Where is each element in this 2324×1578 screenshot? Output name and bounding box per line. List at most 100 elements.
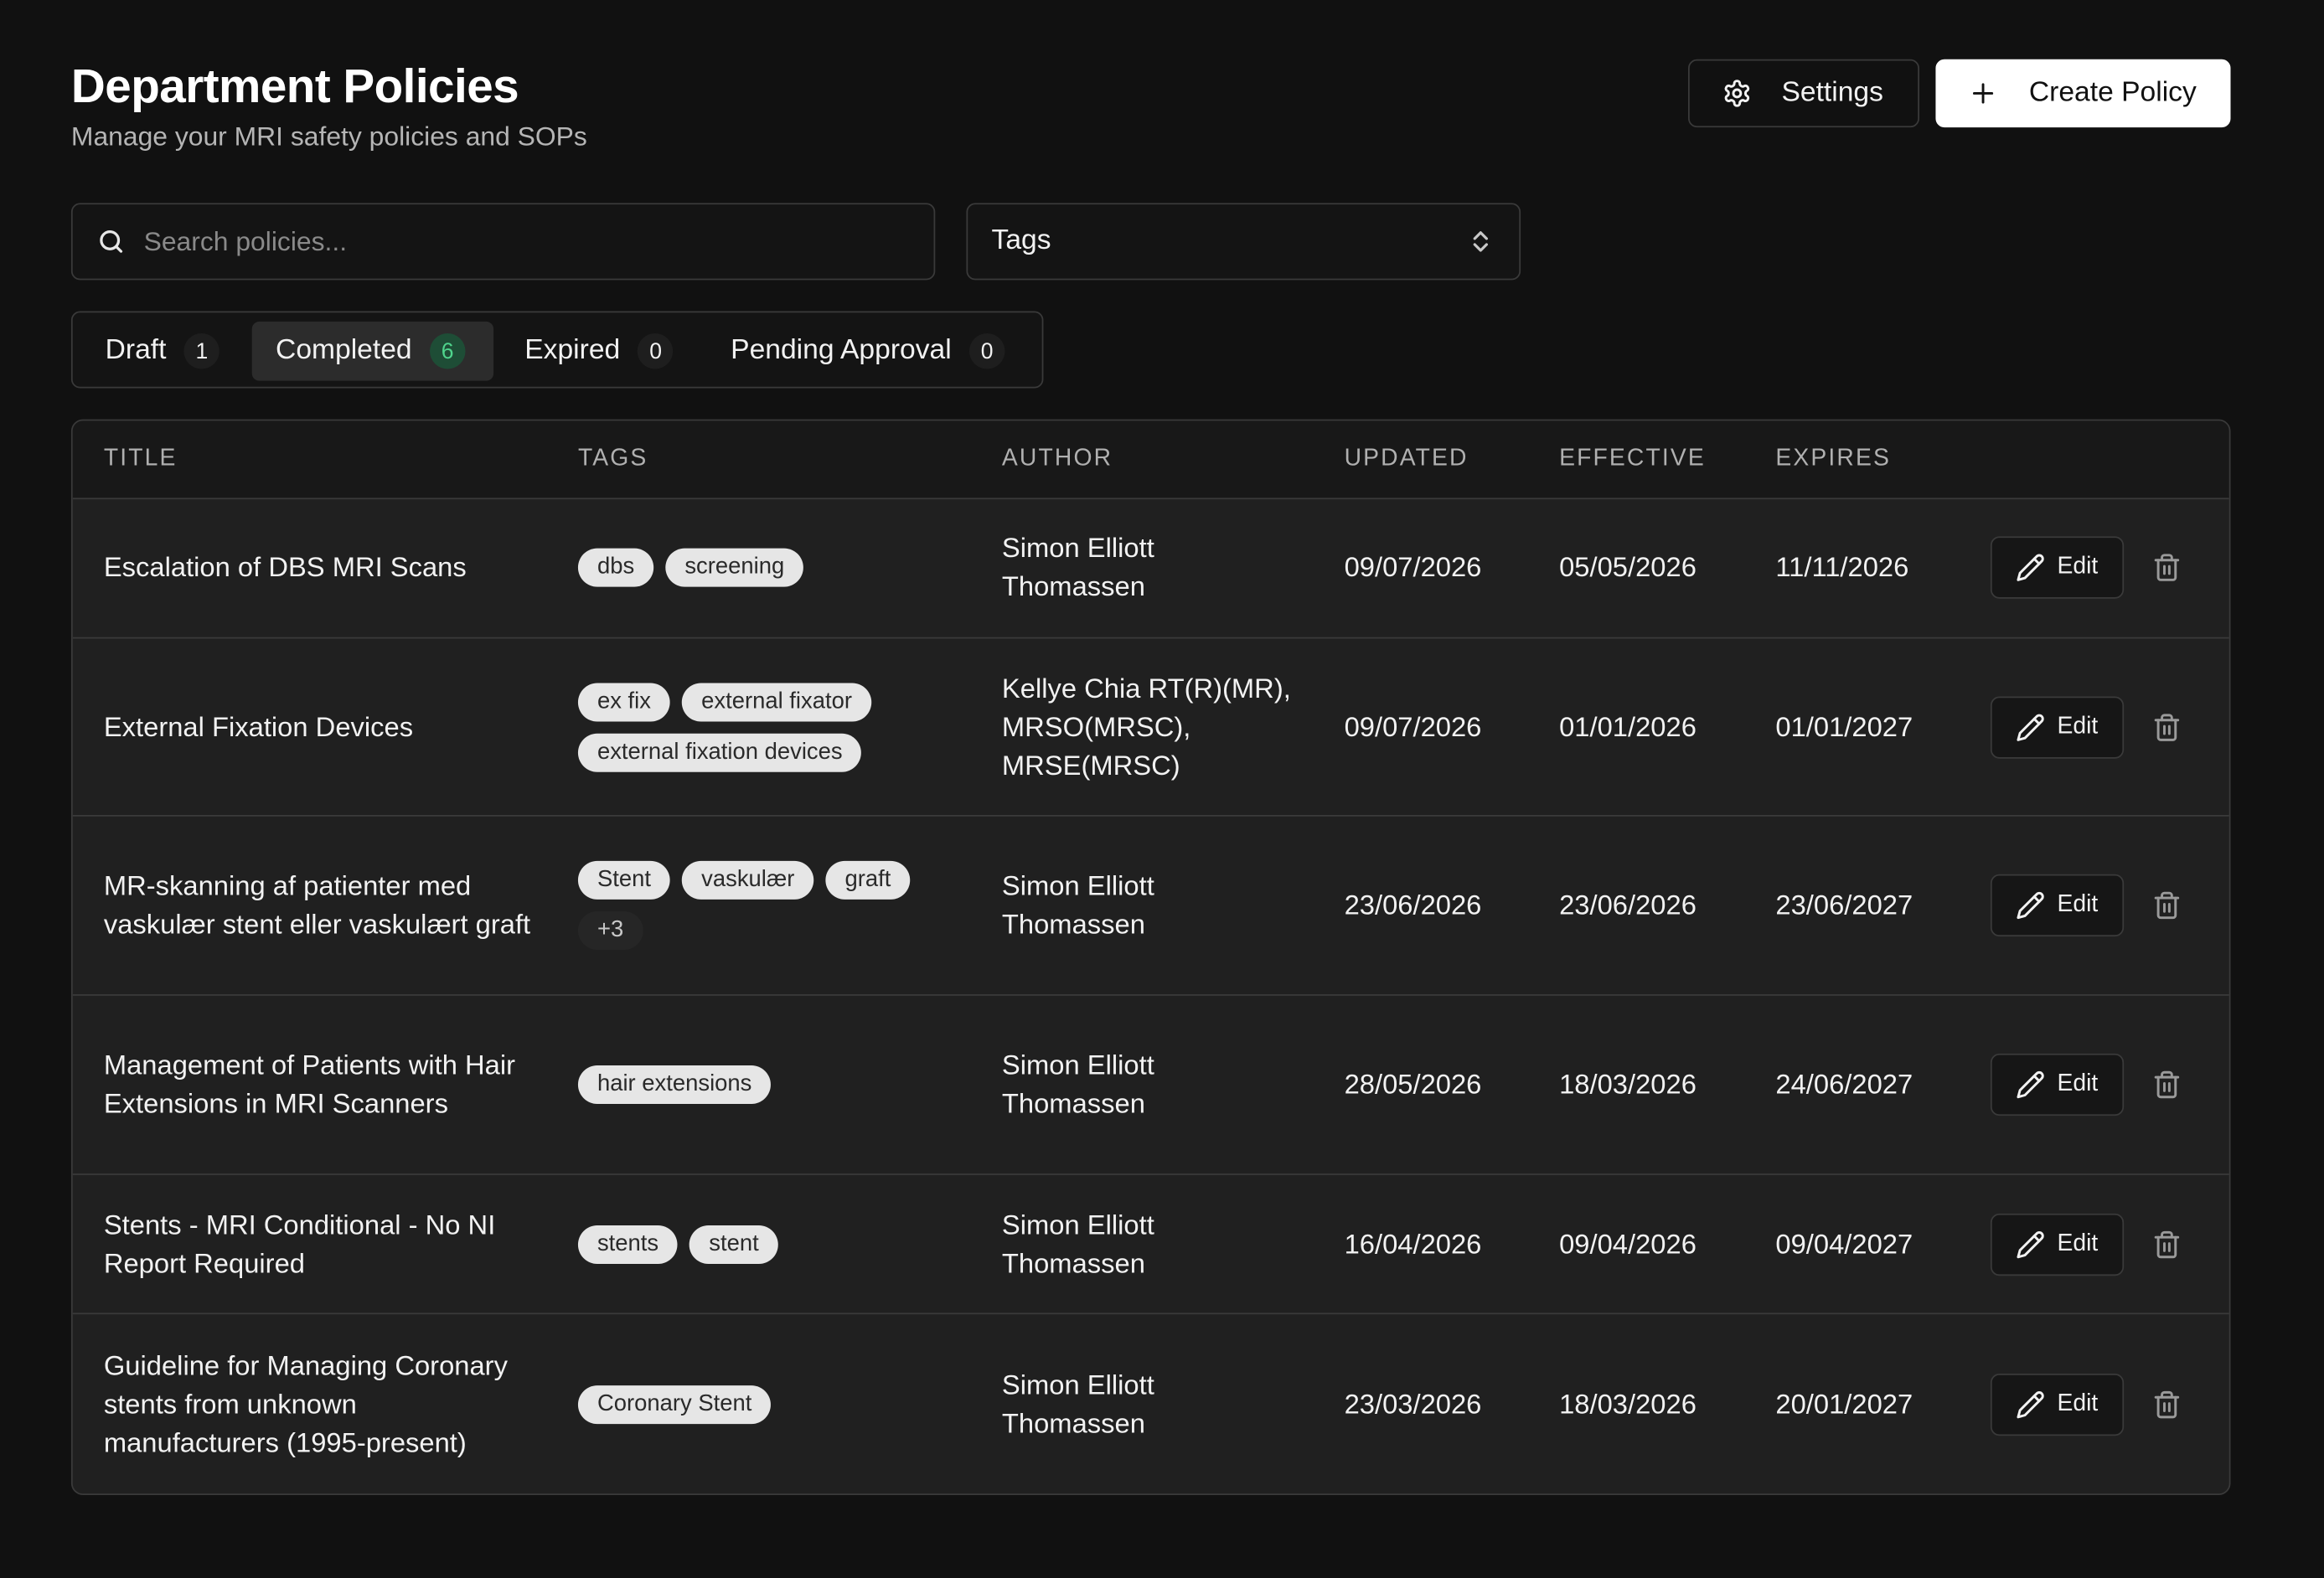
edit-label: Edit: [2057, 891, 2099, 918]
tab-draft[interactable]: Draft 1: [81, 322, 243, 381]
policy-expires: 23/06/2027: [1775, 889, 1913, 920]
tags-select[interactable]: Tags: [966, 203, 1521, 281]
policy-title[interactable]: MR-skanning af patienter med vaskulær st…: [104, 867, 534, 944]
policy-author: Simon Elliott Thomassen: [1001, 1208, 1154, 1278]
header-title: TITLE: [103, 446, 178, 472]
policy-title[interactable]: External Fixation Devices: [104, 708, 534, 746]
tags-select-label: Tags: [991, 224, 1051, 257]
edit-button[interactable]: Edit: [1990, 1213, 2125, 1276]
policy-title[interactable]: Stents - MRI Conditional - No NI Report …: [104, 1205, 534, 1282]
trash-icon: [2152, 1228, 2182, 1261]
header-tags: TAGS: [577, 446, 648, 472]
policy-author: Simon Elliott Thomassen: [1001, 532, 1154, 602]
edit-button[interactable]: Edit: [1990, 874, 2125, 937]
delete-button[interactable]: [2151, 1067, 2183, 1102]
delete-button[interactable]: [2151, 1226, 2183, 1261]
create-policy-button[interactable]: Create Policy: [1935, 59, 2231, 128]
policy-author: Kellye Chia RT(R)(MR), MRSO(MRSC), MRSE(…: [1001, 672, 1291, 781]
header-effective: EFFECTIVE: [1559, 446, 1706, 472]
table-row: Stents - MRI Conditional - No NI Report …: [72, 1175, 2229, 1315]
header-expires: EXPIRES: [1775, 446, 1891, 472]
edit-label: Edit: [2057, 713, 2099, 739]
search-input[interactable]: [143, 225, 886, 257]
policy-updated: 09/07/2026: [1344, 551, 1482, 583]
tab-expired-count: 0: [638, 333, 674, 369]
policy-tags: Stent vaskulær graft +3: [577, 860, 948, 950]
gear-icon: [1722, 79, 1752, 108]
edit-label: Edit: [2057, 1071, 2099, 1097]
table-row: Guideline for Managing Coronary stents f…: [73, 1314, 2229, 1493]
tab-completed-count: 6: [429, 333, 466, 369]
trash-icon: [2152, 710, 2182, 743]
pencil-icon: [2016, 1070, 2045, 1099]
policy-effective: 18/03/2026: [1559, 1068, 1697, 1100]
policy-effective: 05/05/2026: [1559, 551, 1697, 583]
header-updated: UPDATED: [1344, 446, 1469, 472]
edit-button[interactable]: Edit: [1990, 1373, 2125, 1436]
edit-label: Edit: [2057, 1391, 2099, 1417]
policy-updated: 23/03/2026: [1344, 1388, 1482, 1420]
tab-draft-count: 1: [183, 333, 220, 369]
policy-effective: 23/06/2026: [1559, 889, 1697, 920]
page-title: Department Policies: [70, 59, 519, 113]
tab-completed[interactable]: Completed 6: [251, 321, 494, 381]
policy-expires: 11/11/2026: [1775, 551, 1909, 583]
policy-expires: 20/01/2027: [1775, 1388, 1913, 1420]
page-subtitle: Manage your MRI safety policies and SOPs: [70, 121, 587, 152]
delete-button[interactable]: [2151, 709, 2183, 745]
table-row: MR-skanning af patienter med vaskulær st…: [72, 817, 2229, 996]
table-header: TITLE TAGS AUTHOR UPDATED EFFECTIVE EXPI…: [72, 420, 2229, 500]
tab-expired-label: Expired: [524, 334, 621, 366]
policy-tags: dbs screening: [577, 548, 948, 587]
policy-expires: 09/04/2027: [1775, 1227, 1913, 1259]
tag-chip: vaskulær: [682, 860, 814, 900]
policy-effective: 01/01/2026: [1559, 710, 1697, 742]
delete-button[interactable]: [2151, 549, 2183, 585]
header-author: AUTHOR: [1001, 446, 1113, 472]
delete-button[interactable]: [2151, 888, 2183, 923]
search-field: [70, 203, 936, 281]
plus-icon: [1970, 80, 1996, 107]
policies-page: Department Policies Manage your MRI safe…: [0, 0, 2324, 1578]
tab-pending-approval[interactable]: Pending Approval 0: [707, 322, 1029, 381]
policy-author: Simon Elliott Thomassen: [1001, 1369, 1154, 1439]
pencil-icon: [2016, 1229, 2045, 1258]
policy-expires: 24/06/2027: [1775, 1068, 1913, 1100]
tag-chip: dbs: [577, 548, 654, 587]
policies-table: TITLE TAGS AUTHOR UPDATED EFFECTIVE EXPI…: [70, 419, 2231, 1496]
edit-button[interactable]: Edit: [1990, 1053, 2125, 1116]
chevron-up-down-icon: [1469, 227, 1492, 256]
policy-updated: 09/07/2026: [1344, 710, 1482, 742]
policy-title[interactable]: Management of Patients with Hair Extensi…: [104, 1046, 534, 1123]
edit-button[interactable]: Edit: [1990, 695, 2125, 758]
tab-expired[interactable]: Expired 0: [501, 322, 697, 381]
delete-button[interactable]: [2151, 1387, 2183, 1422]
policy-tags: hair extensions: [577, 1065, 948, 1104]
tab-draft-label: Draft: [105, 334, 167, 366]
tag-chip: hair extensions: [577, 1065, 772, 1104]
search-icon: [96, 227, 126, 256]
tab-pending-approval-label: Pending Approval: [731, 334, 952, 366]
edit-button[interactable]: Edit: [1990, 536, 2125, 599]
policy-updated: 28/05/2026: [1344, 1068, 1482, 1100]
trash-icon: [2152, 889, 2182, 921]
policy-effective: 18/03/2026: [1559, 1388, 1697, 1420]
tag-chip: screening: [665, 548, 804, 587]
more-tags-chip[interactable]: +3: [577, 910, 643, 950]
tab-completed-label: Completed: [276, 334, 412, 366]
policy-title[interactable]: Guideline for Managing Coronary stents f…: [104, 1347, 534, 1462]
policy-title[interactable]: Escalation of DBS MRI Scans: [104, 549, 534, 587]
edit-label: Edit: [2057, 554, 2099, 580]
trash-icon: [2152, 1069, 2182, 1101]
policy-author: Simon Elliott Thomassen: [1001, 869, 1154, 940]
policy-author: Simon Elliott Thomassen: [1001, 1049, 1154, 1119]
tag-chip: external fixation devices: [577, 732, 862, 771]
table-row: Management of Patients with Hair Extensi…: [72, 996, 2229, 1175]
tag-chip: Coronary Stent: [577, 1385, 772, 1425]
edit-label: Edit: [2057, 1230, 2099, 1256]
tag-chip: stent: [689, 1225, 778, 1264]
settings-button[interactable]: Settings: [1688, 59, 1919, 128]
policy-tags: Coronary Stent: [577, 1385, 948, 1425]
pencil-icon: [2016, 890, 2045, 920]
settings-label: Settings: [1781, 76, 1883, 109]
